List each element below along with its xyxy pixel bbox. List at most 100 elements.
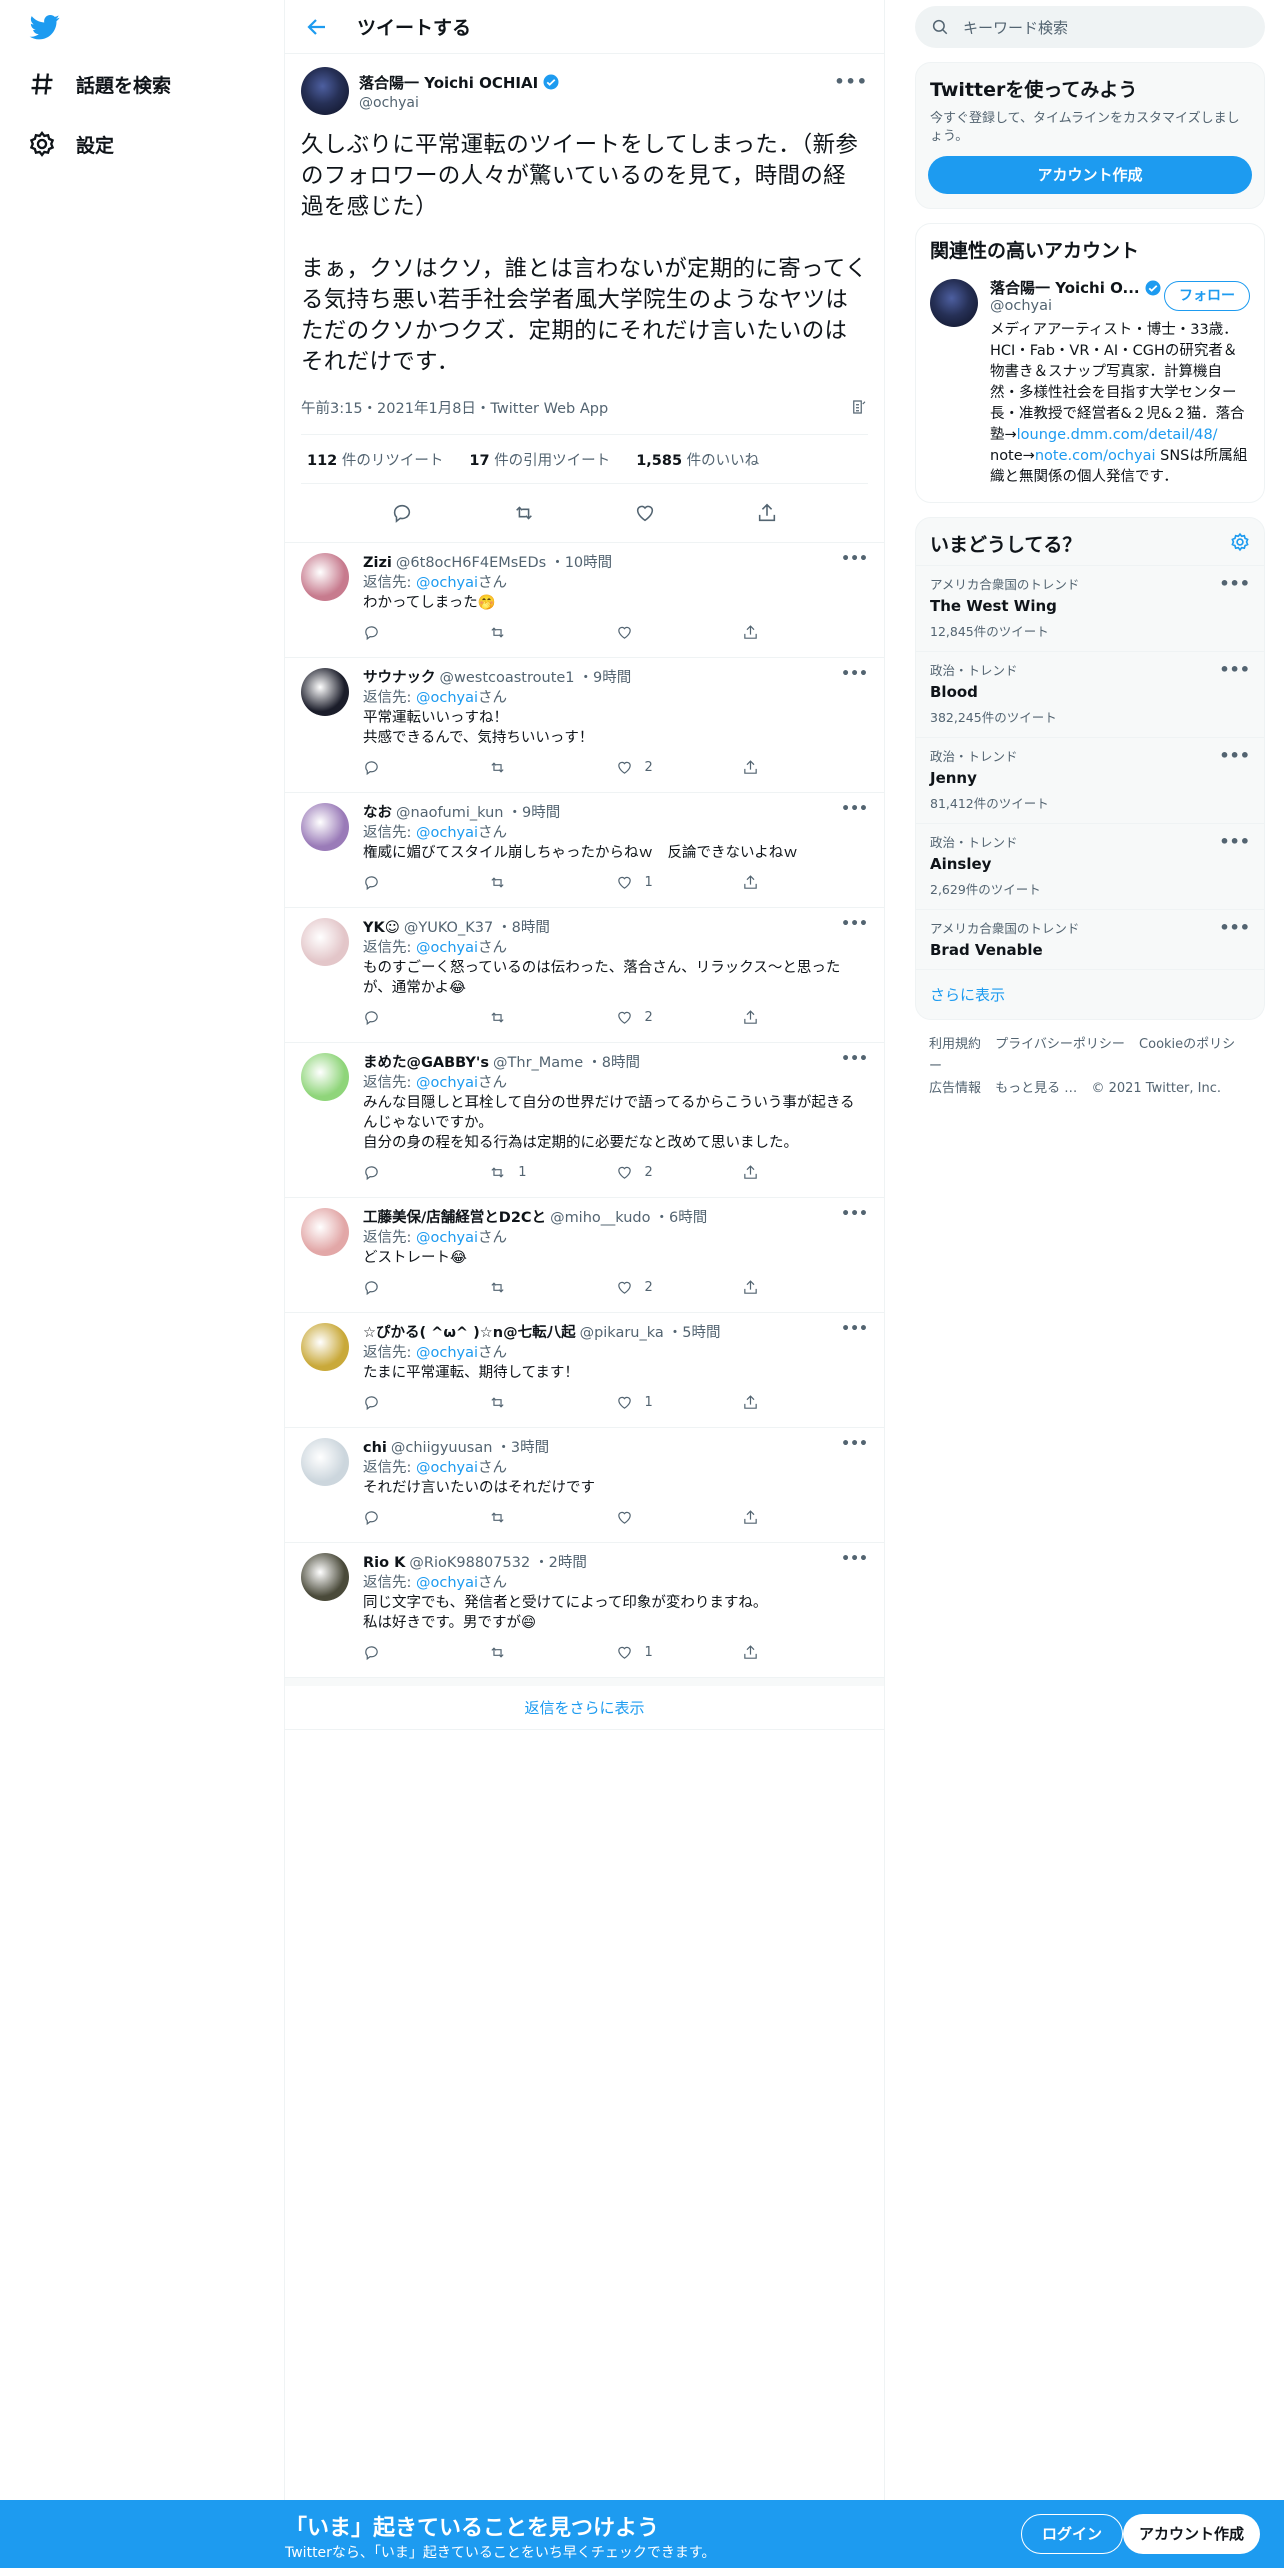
reply-button[interactable] — [363, 1509, 489, 1526]
back-arrow-icon[interactable] — [305, 15, 329, 39]
reply-to-link[interactable]: @ochyai — [416, 1230, 478, 1246]
author-handle[interactable]: @ochyai — [359, 95, 560, 111]
nav-explore[interactable]: 話題を検索 — [28, 70, 171, 98]
reply-to-link[interactable]: @ochyai — [416, 1075, 478, 1091]
more-options-icon[interactable]: ••• — [1219, 832, 1250, 851]
reply-author-name[interactable]: chi — [363, 1438, 387, 1458]
more-options-icon[interactable]: ••• — [841, 1436, 868, 1452]
like-button[interactable]: 1 — [616, 874, 742, 891]
avatar[interactable] — [301, 1553, 349, 1601]
reply-tweet[interactable]: ••• chi @chiigyuusan ・3時間 返信先: @ochyaiさん… — [285, 1428, 884, 1543]
avatar[interactable] — [930, 279, 978, 327]
reply-timestamp[interactable]: ・8時間 — [497, 918, 550, 938]
reply-tweet[interactable]: ••• Rio K @RioK98807532 ・2時間 返信先: @ochya… — [285, 1543, 884, 1678]
reply-author-handle[interactable]: @6t8ocH6F4EMsEDs — [396, 553, 546, 573]
like-button[interactable]: 1 — [616, 1394, 742, 1411]
tweet-timestamp[interactable]: 午前3:15・2021年1月8日・Twitter Web App — [301, 397, 608, 418]
footer-more[interactable]: もっと見る … — [995, 1081, 1077, 1096]
share-button[interactable] — [742, 874, 868, 891]
reply-button[interactable] — [363, 759, 489, 776]
share-button[interactable] — [742, 624, 868, 641]
reply-author-name[interactable]: YK☺ — [363, 918, 400, 938]
show-more-replies-button[interactable]: 返信をさらに表示 — [285, 1678, 884, 1730]
quote-count[interactable]: 17 件の引用ツイート — [469, 449, 610, 470]
trend-item[interactable]: アメリカ合衆国のトレンド Brad Venable ••• — [916, 909, 1264, 969]
retweet-button[interactable] — [489, 1279, 615, 1296]
reply-timestamp[interactable]: ・9時間 — [579, 668, 632, 688]
reply-tweet[interactable]: ••• まめた@GABBY's @Thr_Mame ・8時間 返信先: @och… — [285, 1043, 884, 1198]
reply-timestamp[interactable]: ・3時間 — [496, 1438, 549, 1458]
retweet-button[interactable] — [489, 1509, 615, 1526]
reply-timestamp[interactable]: ・2時間 — [534, 1553, 587, 1573]
related-name[interactable]: 落合陽一 Yoichi O... — [990, 277, 1140, 298]
share-button[interactable] — [742, 1009, 868, 1026]
reply-button[interactable] — [363, 624, 489, 641]
reply-to-link[interactable]: @ochyai — [416, 1575, 478, 1591]
create-account-button[interactable]: アカウント作成 — [928, 156, 1252, 194]
reply-timestamp[interactable]: ・6時間 — [655, 1208, 708, 1228]
reply-author-handle[interactable]: @naofumi_kun — [396, 803, 503, 823]
reply-tweet[interactable]: ••• 工藤美保/店舗経営とD2Cと @miho__kudo ・6時間 返信先:… — [285, 1198, 884, 1313]
like-button[interactable]: 2 — [616, 759, 742, 776]
reply-author-handle[interactable]: @RioK98807532 — [409, 1553, 530, 1573]
share-button[interactable] — [742, 1279, 868, 1296]
share-icon[interactable] — [756, 502, 778, 524]
follow-button[interactable]: フォロー — [1164, 281, 1250, 311]
avatar[interactable] — [301, 1438, 349, 1486]
reply-to-link[interactable]: @ochyai — [416, 690, 478, 706]
login-button[interactable]: ログイン — [1021, 2514, 1124, 2554]
avatar[interactable] — [301, 1323, 349, 1371]
reply-author-handle[interactable]: @chiigyuusan — [391, 1438, 493, 1458]
more-options-icon[interactable]: ••• — [841, 551, 868, 567]
share-button[interactable] — [742, 1644, 868, 1661]
footer-ads[interactable]: 広告情報 — [929, 1081, 981, 1096]
avatar[interactable] — [301, 553, 349, 601]
reply-to-link[interactable]: @ochyai — [416, 1460, 478, 1476]
retweet-button[interactable]: 1 — [489, 1164, 615, 1181]
reply-author-handle[interactable]: @westcoastroute1 — [440, 668, 575, 688]
reply-timestamp[interactable]: ・10時間 — [550, 553, 612, 573]
reply-author-name[interactable]: 工藤美保/店舗経営とD2Cと — [363, 1208, 546, 1228]
like-count[interactable]: 1,585 件のいいね — [636, 449, 759, 470]
reply-author-name[interactable]: Zizi — [363, 553, 392, 573]
share-button[interactable] — [742, 759, 868, 776]
reply-author-name[interactable]: ☆ぴかる( ^ω^ )☆n@七転八起 — [363, 1323, 576, 1343]
share-button[interactable] — [742, 1394, 868, 1411]
more-options-icon[interactable]: ••• — [841, 801, 868, 817]
reply-button[interactable] — [363, 1009, 489, 1026]
trend-item[interactable]: 政治・トレンド Blood 382,245件のツイート ••• — [916, 651, 1264, 737]
more-options-icon[interactable]: ••• — [1219, 574, 1250, 593]
reply-timestamp[interactable]: ・5時間 — [668, 1323, 721, 1343]
share-button[interactable] — [742, 1509, 868, 1526]
trend-item[interactable]: アメリカ合衆国のトレンド The West Wing 12,845件のツイート … — [916, 565, 1264, 651]
more-options-icon[interactable]: ••• — [1219, 746, 1250, 765]
like-icon[interactable] — [634, 502, 656, 524]
reply-author-name[interactable]: Rio K — [363, 1553, 405, 1573]
reply-to-link[interactable]: @ochyai — [416, 825, 478, 841]
avatar[interactable] — [301, 918, 349, 966]
like-button[interactable]: 1 — [616, 1644, 742, 1661]
like-button[interactable]: 2 — [616, 1009, 742, 1026]
search-input[interactable]: キーワード検索 — [963, 17, 1068, 38]
more-options-icon[interactable]: ••• — [834, 72, 868, 91]
reply-tweet[interactable]: ••• なお @naofumi_kun ・9時間 返信先: @ochyaiさん … — [285, 793, 884, 908]
reply-button[interactable] — [363, 1394, 489, 1411]
reply-icon[interactable] — [391, 502, 413, 524]
search-box[interactable]: キーワード検索 — [915, 6, 1265, 48]
avatar[interactable] — [301, 1208, 349, 1256]
trends-show-more[interactable]: さらに表示 — [916, 969, 1264, 1019]
reply-author-handle[interactable]: @Thr_Mame — [493, 1053, 583, 1073]
reply-timestamp[interactable]: ・8時間 — [587, 1053, 640, 1073]
avatar[interactable] — [301, 668, 349, 716]
reply-author-handle[interactable]: @pikaru_ka — [580, 1323, 664, 1343]
related-account[interactable]: 落合陽一 Yoichi O... @ochyai フォロー メディアアーティスト… — [916, 271, 1264, 502]
reply-button[interactable] — [363, 874, 489, 891]
reply-author-handle[interactable]: @miho__kudo — [550, 1208, 650, 1228]
retweet-icon[interactable] — [513, 502, 535, 524]
reply-button[interactable] — [363, 1279, 489, 1296]
bio-link-lounge[interactable]: lounge.dmm.com/detail/48/ — [1017, 427, 1218, 443]
reply-to-link[interactable]: @ochyai — [416, 1345, 478, 1361]
more-options-icon[interactable]: ••• — [841, 1051, 868, 1067]
reply-button[interactable] — [363, 1644, 489, 1661]
reply-to-link[interactable]: @ochyai — [416, 575, 478, 591]
